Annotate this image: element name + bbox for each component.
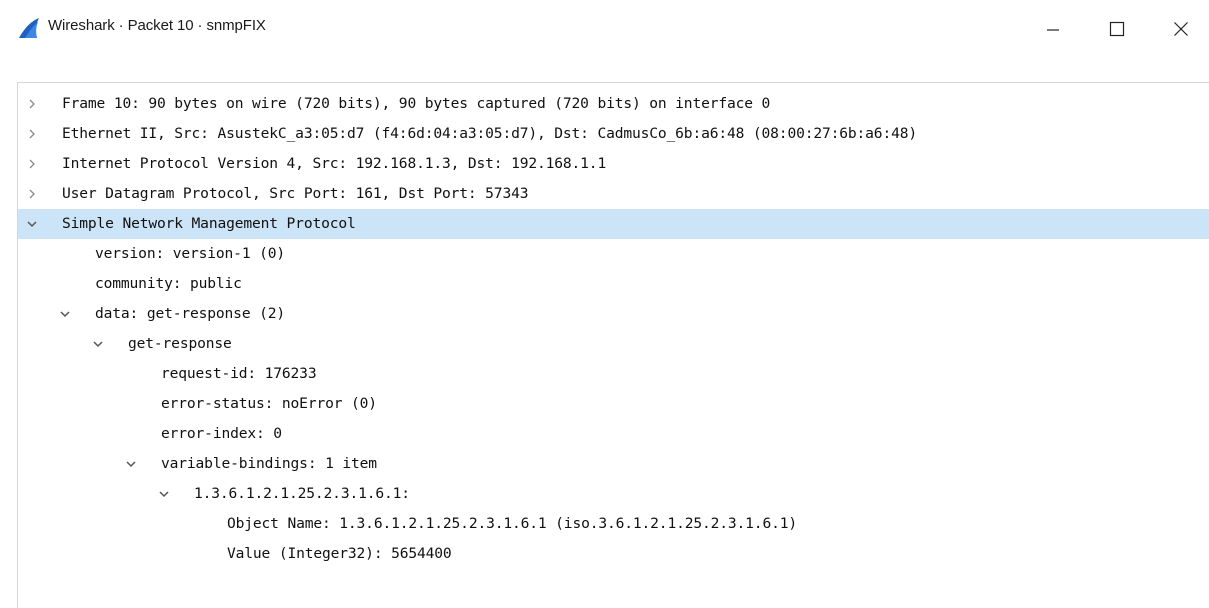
tree-row[interactable]: Frame 10: 90 bytes on wire (720 bits), 9… xyxy=(18,89,1209,119)
close-icon xyxy=(1173,21,1189,37)
tree-row-label: 1.3.6.1.2.1.25.2.3.1.6.1: xyxy=(194,485,410,502)
tree-row-label: variable-bindings: 1 item xyxy=(161,455,377,472)
tree-row[interactable]: request-id: 176233 xyxy=(18,359,1209,389)
tree-row[interactable]: Object Name: 1.3.6.1.2.1.25.2.3.1.6.1 (i… xyxy=(18,509,1209,539)
tree-row[interactable]: Ethernet II, Src: AsustekC_a3:05:d7 (f4:… xyxy=(18,119,1209,149)
tree-row[interactable]: get-response xyxy=(18,329,1209,359)
tree-row-label: User Datagram Protocol, Src Port: 161, D… xyxy=(62,185,529,202)
expand-chevron-icon[interactable] xyxy=(25,149,39,179)
title-bar[interactable]: Wireshark · Packet 10 · snmpFIX xyxy=(0,0,1209,58)
close-button[interactable] xyxy=(1158,6,1204,52)
tree-row-label: error-status: noError (0) xyxy=(161,395,377,412)
tree-row[interactable]: version: version-1 (0) xyxy=(18,239,1209,269)
wireshark-fin-icon xyxy=(17,16,41,40)
tree-row-label: Value (Integer32): 5654400 xyxy=(227,545,452,562)
tree-row-label: get-response xyxy=(128,335,232,352)
tree-row-label: Internet Protocol Version 4, Src: 192.16… xyxy=(62,155,607,172)
tree-row[interactable]: Simple Network Management Protocol xyxy=(18,209,1209,239)
tree-row-label: community: public xyxy=(95,275,242,292)
tree-row[interactable]: variable-bindings: 1 item xyxy=(18,449,1209,479)
tree-row-label: Simple Network Management Protocol xyxy=(62,215,356,232)
collapse-chevron-icon[interactable] xyxy=(124,449,138,479)
minimize-icon xyxy=(1046,22,1060,36)
tree-row-label: error-index: 0 xyxy=(161,425,282,442)
tree-row-label: Object Name: 1.3.6.1.2.1.25.2.3.1.6.1 (i… xyxy=(227,515,797,532)
maximize-icon xyxy=(1109,21,1125,37)
collapse-chevron-icon[interactable] xyxy=(58,299,72,329)
expand-chevron-icon[interactable] xyxy=(25,179,39,209)
tree-row[interactable]: data: get-response (2) xyxy=(18,299,1209,329)
tree-row-label: data: get-response (2) xyxy=(95,305,285,322)
tree-row[interactable]: error-index: 0 xyxy=(18,419,1209,449)
tree-row[interactable]: Internet Protocol Version 4, Src: 192.16… xyxy=(18,149,1209,179)
tree-row[interactable]: User Datagram Protocol, Src Port: 161, D… xyxy=(18,179,1209,209)
tree-row-label: Frame 10: 90 bytes on wire (720 bits), 9… xyxy=(62,95,771,112)
collapse-chevron-icon[interactable] xyxy=(157,479,171,509)
expand-chevron-icon[interactable] xyxy=(25,119,39,149)
tree-row[interactable]: Value (Integer32): 5654400 xyxy=(18,539,1209,569)
maximize-button[interactable] xyxy=(1094,6,1140,52)
tree-row[interactable]: error-status: noError (0) xyxy=(18,389,1209,419)
tree-row-label: version: version-1 (0) xyxy=(95,245,285,262)
packet-details-tree[interactable]: Frame 10: 90 bytes on wire (720 bits), 9… xyxy=(17,82,1209,608)
tree-row-label: Ethernet II, Src: AsustekC_a3:05:d7 (f4:… xyxy=(62,125,917,142)
tree-row[interactable]: 1.3.6.1.2.1.25.2.3.1.6.1: xyxy=(18,479,1209,509)
collapse-chevron-icon[interactable] xyxy=(25,209,39,239)
expand-chevron-icon[interactable] xyxy=(25,89,39,119)
tree-row[interactable]: community: public xyxy=(18,269,1209,299)
tree-row-label: request-id: 176233 xyxy=(161,365,317,382)
minimize-button[interactable] xyxy=(1030,6,1076,52)
window-title: Wireshark · Packet 10 · snmpFIX xyxy=(48,17,266,34)
collapse-chevron-icon[interactable] xyxy=(91,329,105,359)
